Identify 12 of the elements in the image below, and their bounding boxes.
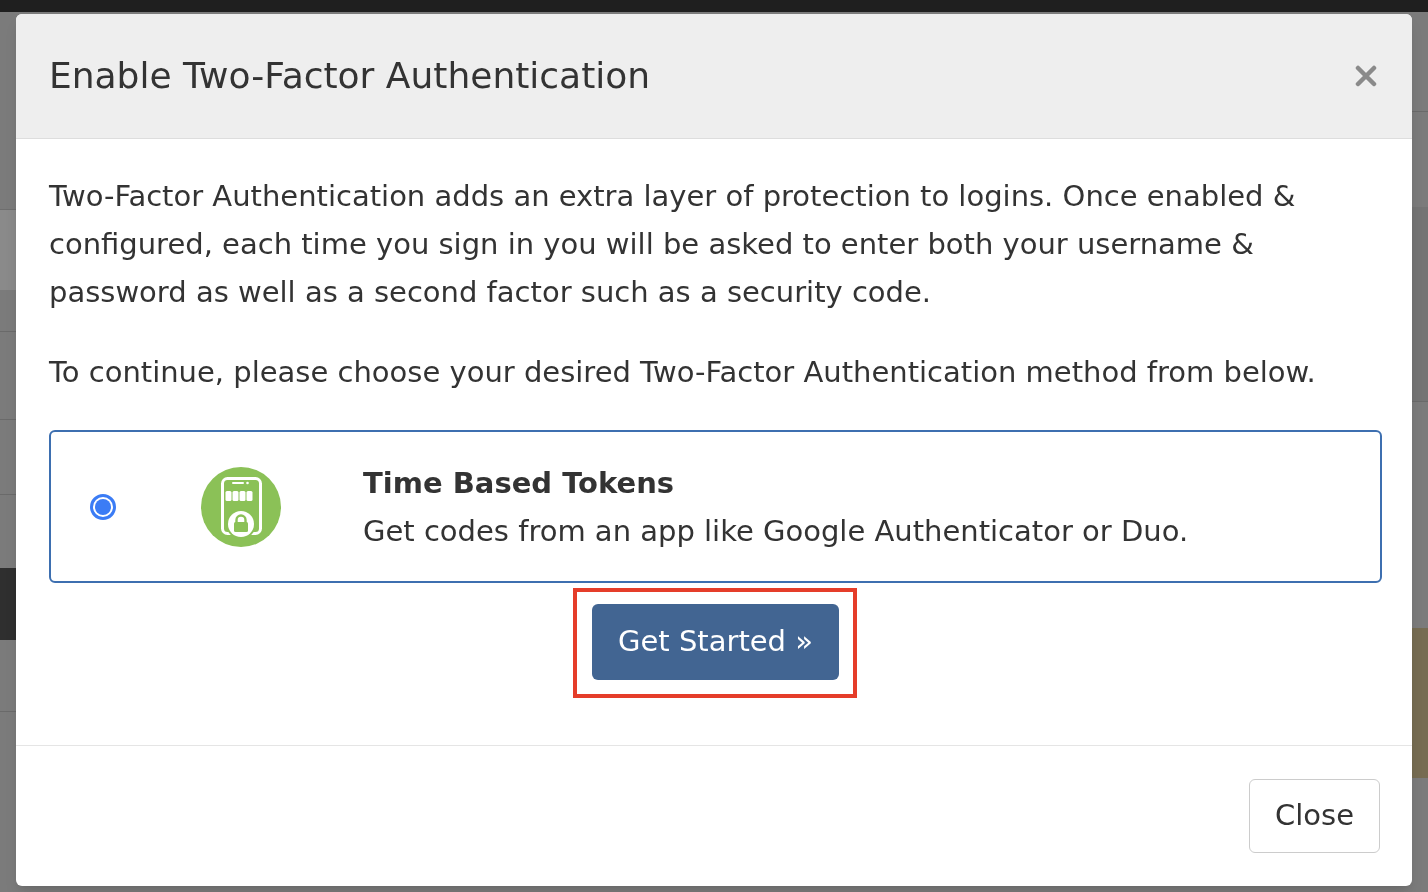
method-description: Get codes from an app like Google Authenticator or Duo. — [363, 512, 1189, 550]
modal-paragraph: To continue, please choose your desired Two-Factor Authentication method from below. — [49, 354, 1317, 391]
close-button[interactable] — [1354, 64, 1378, 88]
method-option-card[interactable]: Time Based Tokens Get codes from an app like Google Authenticator or Duo. — [49, 430, 1382, 583]
method-title: Time Based Tokens — [363, 464, 676, 502]
phone-lock-icon — [201, 466, 281, 547]
modal-title: Enable Two-Factor Authentication — [49, 54, 651, 98]
close-button[interactable]: Close — [1249, 779, 1380, 853]
modal-paragraph: Two-Factor Authentication adds an extra layer of protection to logins. Once enabled & configured, each time you sign in you will be asked to enter both your username & password as well as a second factor such as a security code. — [49, 178, 1297, 311]
close-icon — [1355, 65, 1377, 87]
radio-button[interactable] — [90, 493, 116, 520]
get-started-button[interactable]: Get Started » — [592, 604, 839, 680]
